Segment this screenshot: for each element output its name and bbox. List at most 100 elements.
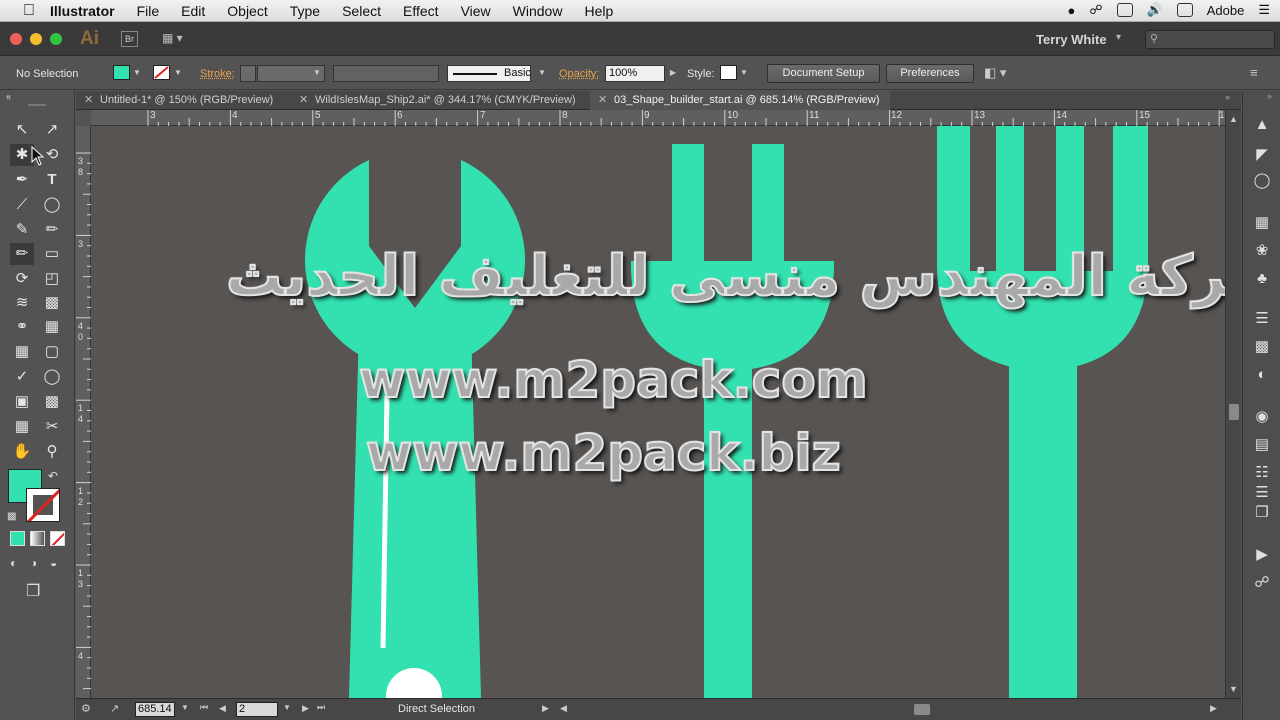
document-setup-button[interactable]: Document Setup: [767, 64, 880, 83]
close-icon[interactable]: ✕: [299, 91, 309, 110]
brush-definition-field[interactable]: Basic: [447, 65, 531, 82]
menu-type[interactable]: Type: [290, 3, 320, 19]
creative-cloud-icon[interactable]: ☍: [1089, 2, 1102, 18]
scroll-up-icon[interactable]: ▲: [1229, 114, 1238, 124]
panel-menu-icon[interactable]: ≡: [1250, 65, 1258, 80]
tab-shape-builder-start[interactable]: ✕ 03_Shape_builder_start.ai @ 685.14% (RG…: [590, 91, 890, 110]
apple-icon[interactable]: : [20, 2, 38, 19]
status-menu-icon[interactable]: ▶: [542, 703, 549, 714]
bell-icon[interactable]: ●: [1068, 3, 1076, 18]
chevron-down-icon[interactable]: ▼: [132, 66, 142, 80]
free-transform-tool-icon[interactable]: ▩: [40, 292, 64, 314]
stroke-color-box[interactable]: [26, 488, 60, 522]
variable-width-profile[interactable]: [333, 65, 439, 82]
gradient-mode-button[interactable]: [30, 531, 45, 546]
perspective-grid-tool-icon[interactable]: ▦: [40, 316, 64, 338]
ellipse-tool-icon[interactable]: ◯: [40, 194, 64, 216]
chevron-down-icon[interactable]: ▼: [173, 66, 183, 80]
chevron-down-icon[interactable]: ▼: [283, 703, 291, 712]
eraser-tool-icon[interactable]: ▭: [40, 243, 64, 265]
graphic-styles-icon[interactable]: ▤: [1252, 435, 1272, 455]
share-icon[interactable]: ↗: [110, 702, 119, 715]
gpu-icon[interactable]: ⚙: [81, 702, 91, 715]
default-colors-icon[interactable]: ▩: [7, 511, 16, 522]
minimize-window-button[interactable]: [30, 33, 42, 45]
brushes-panel-icon[interactable]: ❀: [1252, 241, 1272, 261]
blend-tool-icon[interactable]: ◯: [40, 366, 64, 388]
arrange-icon[interactable]: ◧ ▾: [984, 65, 1006, 81]
artboard-number-input[interactable]: 2: [236, 702, 278, 717]
first-artboard-icon[interactable]: ⏮: [200, 702, 208, 713]
artboards-panel-icon[interactable]: ❐: [1252, 503, 1272, 523]
column-graph-tool-icon[interactable]: ▩: [40, 391, 64, 413]
artboard-tool-icon[interactable]: ▦: [10, 416, 34, 438]
swatches-panel-icon[interactable]: ▦: [1252, 213, 1272, 233]
symbols-panel-icon[interactable]: ♣: [1252, 269, 1272, 289]
volume-icon[interactable]: 🔊: [1147, 2, 1163, 18]
opacity-input[interactable]: 100%: [605, 65, 665, 82]
layers-panel-icon[interactable]: ☰: [1252, 483, 1272, 503]
menu-view[interactable]: View: [461, 3, 491, 19]
close-window-button[interactable]: [10, 33, 22, 45]
appearance-panel-icon[interactable]: ◉: [1252, 407, 1272, 427]
pen-tool-icon[interactable]: ✒: [10, 169, 34, 191]
actions-panel-icon[interactable]: ▶: [1252, 545, 1272, 565]
pencil-tool-icon[interactable]: ✏: [40, 219, 64, 241]
slice-tool-icon[interactable]: ✂: [40, 416, 64, 438]
scale-tool-icon[interactable]: ◰: [40, 268, 64, 290]
eyedropper-tool-icon[interactable]: ✓: [10, 366, 34, 388]
search-input[interactable]: ⚲: [1145, 30, 1275, 49]
zoom-tool-icon[interactable]: ⚲: [40, 441, 64, 463]
symbol-sprayer-tool-icon[interactable]: ▣: [10, 391, 34, 413]
last-artboard-icon[interactable]: ⏭: [317, 702, 325, 713]
close-icon[interactable]: ✕: [84, 91, 94, 110]
fill-swatch[interactable]: [113, 65, 130, 80]
transparency-panel-icon[interactable]: ◐: [1252, 365, 1272, 385]
arrange-documents-icon[interactable]: ▦ ▾: [162, 31, 188, 47]
expand-dock-icon[interactable]: »: [1267, 91, 1272, 101]
mesh-tool-icon[interactable]: ▦: [10, 341, 34, 363]
tab-untitled-1[interactable]: ✕ Untitled-1* @ 150% (RGB/Preview): [76, 91, 291, 110]
menu-help[interactable]: Help: [584, 3, 613, 19]
graphic-style-swatch[interactable]: [720, 65, 737, 80]
chevron-down-icon[interactable]: ▾: [1116, 32, 1121, 43]
chevron-down-icon[interactable]: ▼: [537, 66, 547, 80]
close-icon[interactable]: ✕: [598, 91, 608, 110]
gradient-tool-icon[interactable]: ▢: [40, 341, 64, 363]
chevron-down-icon[interactable]: ▼: [739, 66, 749, 80]
scroll-left-icon[interactable]: ◀: [560, 703, 567, 714]
menu-effect[interactable]: Effect: [403, 3, 439, 19]
next-artboard-icon[interactable]: ▶: [302, 703, 309, 714]
menu-file[interactable]: File: [137, 3, 160, 19]
stroke-weight-stepper[interactable]: [240, 65, 256, 82]
zoom-level-input[interactable]: 685.14: [135, 702, 175, 717]
stroke-label[interactable]: Stroke:: [200, 68, 235, 80]
bridge-button[interactable]: Br: [121, 31, 138, 47]
direct-selection-tool-icon[interactable]: ↗: [40, 119, 64, 141]
chevron-down-icon[interactable]: ▼: [312, 66, 322, 80]
vertical-scrollbar[interactable]: ▲ ▼: [1225, 110, 1241, 698]
user-name[interactable]: Terry White: [1036, 32, 1107, 47]
width-tool-icon[interactable]: ≋: [10, 292, 34, 314]
none-mode-button[interactable]: [50, 531, 65, 546]
horizontal-scroll-thumb[interactable]: [914, 704, 930, 715]
stroke-panel-icon[interactable]: ☰: [1252, 309, 1272, 329]
horizontal-ruler[interactable]: 3 4 5 6 7 8 9 10 11 12 13 14 15 1: [91, 110, 1225, 126]
adobe-menu-label[interactable]: Adobe: [1207, 3, 1245, 18]
hand-tool-icon[interactable]: ✋: [10, 441, 34, 463]
type-tool-icon[interactable]: T: [40, 169, 64, 191]
tab-wildisles-map[interactable]: ✕ WildIslesMap_Ship2.ai* @ 344.17% (CMYK/…: [291, 91, 591, 110]
vertical-ruler[interactable]: 3 8 3 4 0 1 4 1 2 1 3 4: [76, 126, 91, 698]
previous-artboard-icon[interactable]: ◀: [219, 703, 226, 714]
collapse-icon[interactable]: «: [6, 92, 11, 102]
stroke-swatch[interactable]: [153, 65, 170, 80]
list-icon[interactable]: ☰: [1258, 2, 1270, 18]
spatula-shape[interactable]: [630, 144, 835, 698]
selection-tool-icon[interactable]: ↖: [10, 119, 34, 141]
menu-edit[interactable]: Edit: [181, 3, 205, 19]
rotate-tool-icon[interactable]: ⟳: [10, 268, 34, 290]
gradient-panel-icon[interactable]: ▩: [1252, 337, 1272, 357]
menu-window[interactable]: Window: [513, 3, 563, 19]
links-panel-icon[interactable]: ☍: [1252, 573, 1272, 593]
menu-select[interactable]: Select: [342, 3, 381, 19]
